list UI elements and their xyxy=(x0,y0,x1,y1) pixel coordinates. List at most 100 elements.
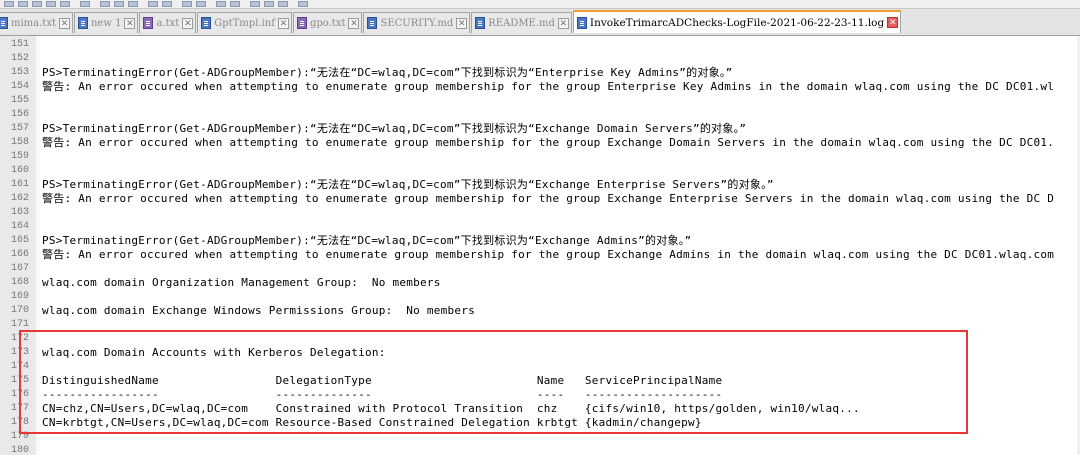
toolbar-macro-icon[interactable] xyxy=(298,1,308,7)
toolbar-close-icon[interactable] xyxy=(60,1,70,7)
line-number: 169 xyxy=(10,291,29,302)
line-text: wlaq.com domain Organization Management … xyxy=(42,276,441,289)
line-text: wlaq.com Domain Accounts with Kerberos D… xyxy=(42,346,386,359)
tab-2[interactable]: a.txt ✕ xyxy=(139,12,197,33)
tab-3[interactable]: GptTmpl.inf ✕ xyxy=(197,12,292,33)
text-line: 164 xyxy=(0,220,1080,234)
line-number: 162 xyxy=(10,193,29,204)
line-text: wlaq.com domain Exchange Windows Permiss… xyxy=(42,304,475,317)
line-number: 168 xyxy=(10,277,29,288)
text-line: 154 警告: An error occured when attempting … xyxy=(0,80,1080,94)
text-line: 158 警告: An error occured when attempting … xyxy=(0,136,1080,150)
toolbar-paste-icon[interactable] xyxy=(128,1,138,7)
line-number: 177 xyxy=(10,403,29,414)
toolbar-sync-icon[interactable] xyxy=(250,1,260,7)
tab-6[interactable]: README.md ✕ xyxy=(471,12,572,33)
close-icon[interactable]: ✕ xyxy=(58,17,70,29)
toolbar-wrap-icon[interactable] xyxy=(264,1,274,7)
line-number: 164 xyxy=(10,221,29,232)
line-number: 157 xyxy=(10,123,29,134)
text-line: 167 xyxy=(0,262,1080,276)
file-icon xyxy=(143,17,154,29)
toolbar-print-icon[interactable] xyxy=(80,1,90,7)
toolbar xyxy=(0,0,1080,9)
line-number: 171 xyxy=(10,319,29,330)
editor-area[interactable]: 151 152 153 PS>TerminatingError(Get-ADGroup… xyxy=(0,36,1080,455)
text-line: 152 xyxy=(0,52,1080,66)
line-text: 警告: An error occured when attempting to … xyxy=(42,136,1055,149)
toolbar-indent-icon[interactable] xyxy=(278,1,288,7)
tab-label: mima.txt xyxy=(11,17,56,29)
toolbar-zoom-out-icon[interactable] xyxy=(230,1,240,7)
text-line: 171 xyxy=(0,318,1080,332)
tab-label: GptTmpl.inf xyxy=(214,17,275,29)
line-number: 161 xyxy=(10,179,29,190)
toolbar-zoom-in-icon[interactable] xyxy=(216,1,226,7)
text-line: 156 xyxy=(0,108,1080,122)
text-line: 160 xyxy=(0,164,1080,178)
close-icon[interactable]: ✕ xyxy=(348,17,360,29)
toolbar-cut-icon[interactable] xyxy=(100,1,110,7)
close-icon[interactable]: ✕ xyxy=(456,17,468,29)
line-number: 178 xyxy=(10,417,29,428)
line-number: 160 xyxy=(10,165,29,176)
close-icon[interactable]: ✕ xyxy=(277,17,289,29)
text-line: 165 PS>TerminatingError(Get-ADGroupMember… xyxy=(0,234,1080,248)
line-text: PS>TerminatingError(Get-ADGroupMember):“… xyxy=(42,178,774,191)
line-number: 179 xyxy=(10,431,29,442)
tab-label: a.txt xyxy=(156,17,180,29)
text-line: 166 警告: An error occured when attempting … xyxy=(0,248,1080,262)
line-text: CN=krbtgt,CN=Users,DC=wlaq,DC=com Resour… xyxy=(42,416,702,429)
tab-label: InvokeTrimarcADChecks-LogFile-2021-06-22… xyxy=(589,16,885,29)
toolbar-save-all-icon[interactable] xyxy=(46,1,56,7)
line-number: 170 xyxy=(10,305,29,316)
tab-0[interactable]: mima.txt ✕ xyxy=(0,12,73,33)
toolbar-replace-icon[interactable] xyxy=(196,1,206,7)
line-text: 警告: An error occured when attempting to … xyxy=(42,192,1055,205)
line-number: 172 xyxy=(10,333,29,344)
line-number: 166 xyxy=(10,249,29,260)
line-text: 警告: An error occured when attempting to … xyxy=(42,80,1055,93)
file-icon xyxy=(296,17,307,29)
file-icon xyxy=(367,17,378,29)
text-line: 159 xyxy=(0,150,1080,164)
tab-5[interactable]: SECURITY.md ✕ xyxy=(363,12,471,33)
close-icon[interactable]: ✕ xyxy=(182,17,194,29)
toolbar-copy-icon[interactable] xyxy=(114,1,124,7)
line-number: 151 xyxy=(10,39,29,50)
line-number: 163 xyxy=(10,207,29,218)
tab-7[interactable]: InvokeTrimarcADChecks-LogFile-2021-06-22… xyxy=(572,10,902,33)
toolbar-save-icon[interactable] xyxy=(32,1,42,7)
close-icon[interactable]: ✕ xyxy=(124,17,136,29)
text-line: 157 PS>TerminatingError(Get-ADGroupMember… xyxy=(0,122,1080,136)
toolbar-new-icon[interactable] xyxy=(4,1,14,7)
line-number: 167 xyxy=(10,263,29,274)
line-number: 153 xyxy=(10,67,29,78)
text-line: 161 PS>TerminatingError(Get-ADGroupMember… xyxy=(0,178,1080,192)
toolbar-open-icon[interactable] xyxy=(18,1,28,7)
text-line: 170 wlaq.com domain Exchange Windows Perm… xyxy=(0,304,1080,318)
close-icon[interactable]: ✕ xyxy=(557,17,569,29)
toolbar-find-icon[interactable] xyxy=(182,1,192,7)
toolbar-undo-icon[interactable] xyxy=(148,1,158,7)
text-line: 177 CN=chz,CN=Users,DC=wlaq,DC=com Constr… xyxy=(0,402,1080,416)
tab-4[interactable]: gpo.txt ✕ xyxy=(292,12,363,33)
tab-label: new 1 xyxy=(90,17,122,29)
close-icon[interactable]: ✕ xyxy=(887,17,899,28)
line-text: CN=chz,CN=Users,DC=wlaq,DC=com Constrain… xyxy=(42,402,860,415)
tab-label: SECURITY.md xyxy=(380,17,454,29)
line-text: PS>TerminatingError(Get-ADGroupMember):“… xyxy=(42,234,692,247)
text-line: 178 CN=krbtgt,CN=Users,DC=wlaq,DC=com Res… xyxy=(0,416,1080,430)
tab-label: README.md xyxy=(488,17,555,29)
toolbar-redo-icon[interactable] xyxy=(162,1,172,7)
tab-1[interactable]: new 1 ✕ xyxy=(73,12,139,33)
text-line: 173 wlaq.com Domain Accounts with Kerbero… xyxy=(0,346,1080,360)
text-line: 174 xyxy=(0,360,1080,374)
line-number: 155 xyxy=(10,95,29,106)
text-line: 176 ----------------- -------------- ----… xyxy=(0,388,1080,402)
line-text: PS>TerminatingError(Get-ADGroupMember):“… xyxy=(42,122,747,135)
line-number: 154 xyxy=(10,81,29,92)
line-number: 180 xyxy=(10,445,29,455)
line-number: 152 xyxy=(10,53,29,64)
text-line: 151 xyxy=(0,38,1080,52)
